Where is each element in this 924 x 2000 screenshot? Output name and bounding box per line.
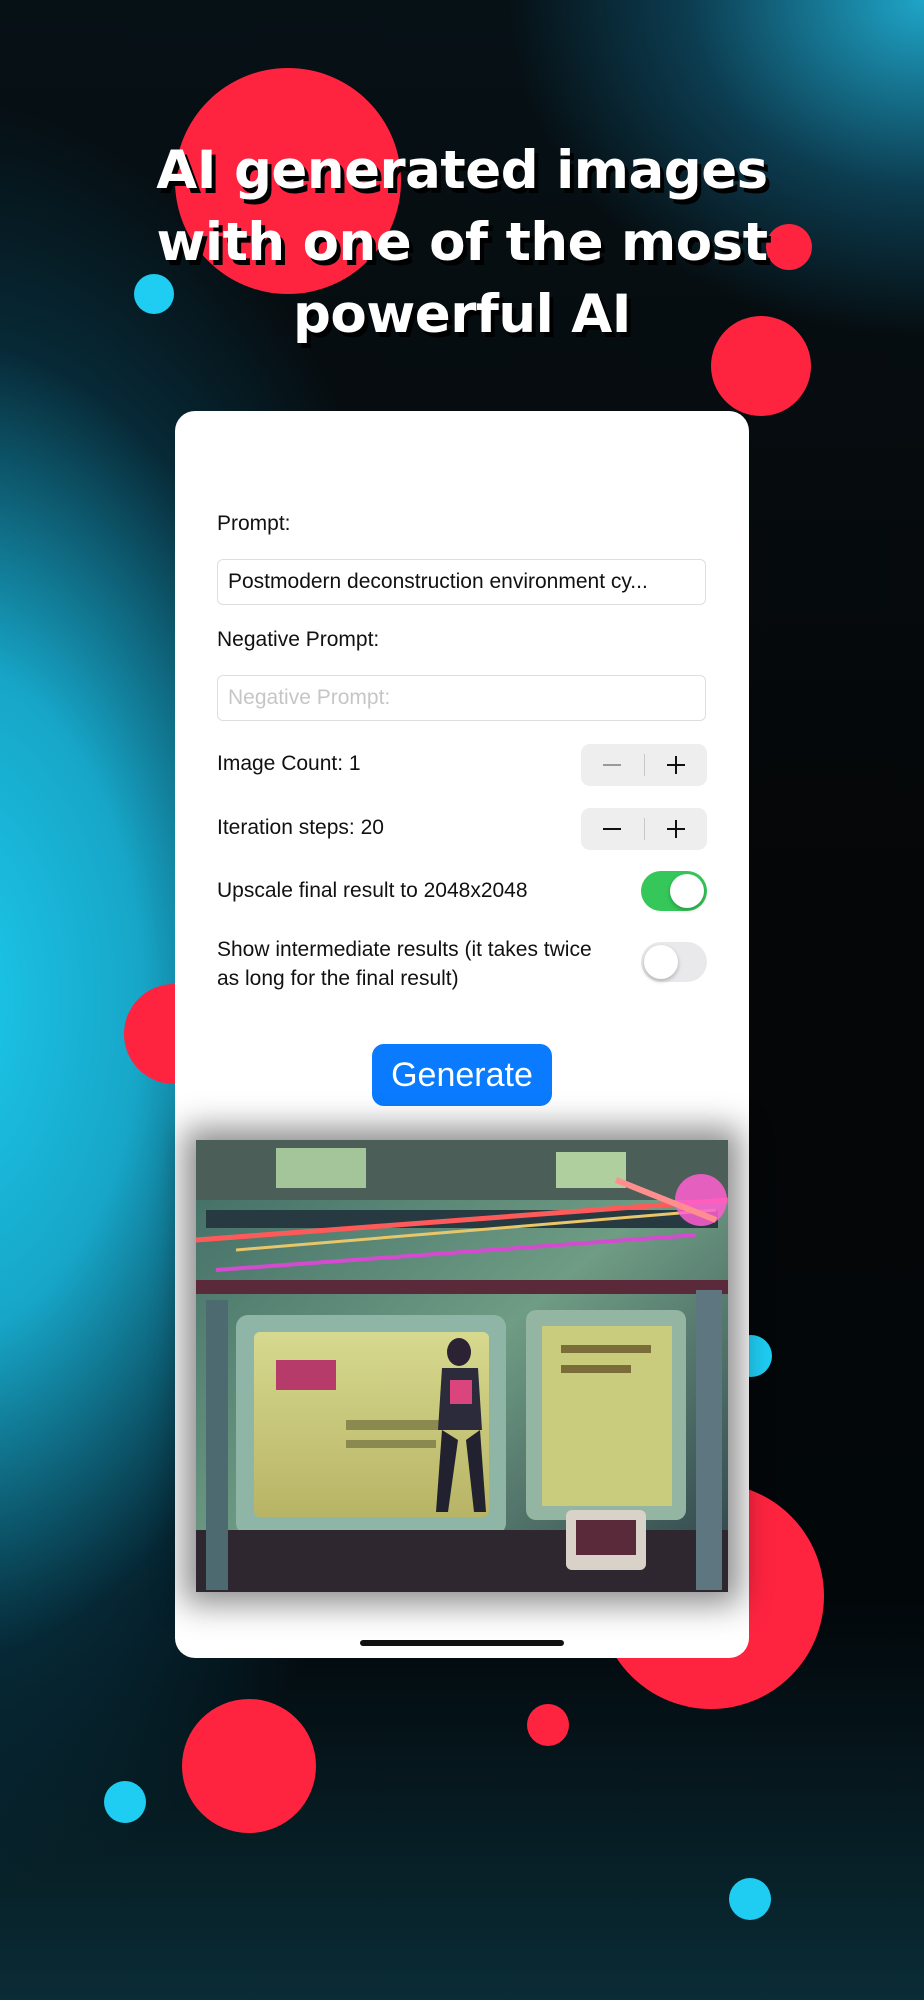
image-count-decrement-button[interactable] (581, 744, 644, 786)
upscale-label: Upscale final result to 2048x2048 (217, 879, 528, 902)
plus-icon (666, 756, 685, 774)
iteration-steps-stepper (581, 808, 707, 850)
upscale-toggle[interactable] (641, 871, 707, 911)
cyberpunk-scene-image (196, 1140, 728, 1592)
intermediate-results-label: Show intermediate results (it takes twic… (217, 935, 592, 993)
headline: AI generated images with one of the most… (80, 135, 844, 351)
iteration-steps-label: Iteration steps: 20 (217, 816, 384, 839)
image-count-increment-button[interactable] (644, 744, 707, 786)
app-screen-card: Prompt: Postmodern deconstruction enviro… (175, 411, 749, 1658)
decor-circle (104, 1781, 146, 1823)
image-count-label: Image Count: 1 (217, 752, 361, 775)
toggle-knob (644, 945, 678, 979)
plus-icon (666, 820, 685, 838)
intermediate-label-line-2: as long for the final result) (217, 967, 459, 990)
intermediate-label-line-1: Show intermediate results (it takes twic… (217, 938, 592, 961)
generate-button[interactable]: Generate (372, 1044, 552, 1106)
minus-icon (603, 828, 622, 830)
minus-icon (603, 764, 622, 766)
toggle-knob (670, 874, 704, 908)
headline-line-1: AI generated images (156, 140, 768, 201)
image-count-stepper (581, 744, 707, 786)
intermediate-results-toggle[interactable] (641, 942, 707, 982)
negative-prompt-input[interactable]: Negative Prompt: (217, 675, 706, 721)
iteration-decrement-button[interactable] (581, 808, 644, 850)
decor-circle (729, 1878, 771, 1920)
decor-circle (182, 1699, 316, 1833)
generated-image (196, 1140, 728, 1592)
headline-line-2: with one of the most (156, 212, 768, 273)
iteration-increment-button[interactable] (644, 808, 707, 850)
headline-line-3: powerful AI (292, 284, 632, 345)
home-indicator[interactable] (360, 1640, 564, 1646)
decor-circle (527, 1704, 569, 1746)
negative-prompt-label: Negative Prompt: (217, 628, 380, 651)
prompt-input[interactable]: Postmodern deconstruction environment cy… (217, 559, 706, 605)
prompt-label: Prompt: (217, 512, 291, 535)
